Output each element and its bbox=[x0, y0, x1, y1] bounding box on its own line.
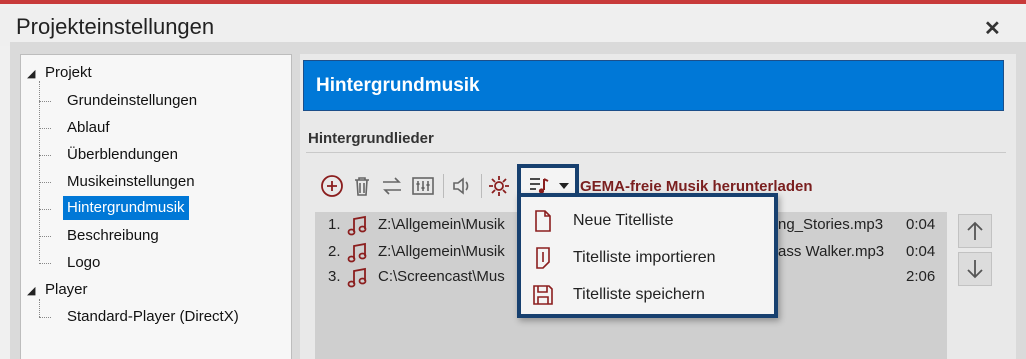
track-path: C:\Screencast\Mus bbox=[378, 268, 505, 285]
add-icon[interactable] bbox=[318, 172, 346, 200]
section-title: Hintergrundlieder bbox=[308, 130, 434, 147]
panel-header-title: Hintergrundmusik bbox=[316, 75, 480, 96]
arrow-up-icon bbox=[967, 221, 983, 240]
music-note-icon bbox=[347, 215, 367, 236]
menu-item-label: Neue Titelliste bbox=[573, 212, 674, 229]
import-icon bbox=[531, 245, 555, 271]
music-note-icon bbox=[347, 242, 367, 263]
menu-item-new-playlist[interactable]: Neue Titelliste bbox=[531, 205, 766, 237]
track-path: Z:\Allgemein\Musik bbox=[378, 216, 505, 233]
tree-item-hintergrundmusik[interactable]: Hintergrundmusik bbox=[63, 196, 189, 220]
volume-icon[interactable] bbox=[448, 172, 476, 200]
track-number: 3. bbox=[328, 268, 341, 285]
menu-item-label: Titelliste importieren bbox=[573, 249, 716, 266]
playlist-menu: Neue Titelliste Titelliste importieren T… bbox=[517, 193, 778, 318]
track-duration: 2:06 bbox=[906, 268, 936, 285]
move-up-button[interactable] bbox=[958, 214, 992, 248]
tree-item-ueberblendungen[interactable]: Überblendungen bbox=[67, 143, 178, 167]
collapse-icon[interactable]: ◢ bbox=[27, 67, 35, 80]
track-filename: ass Walker.mp3 bbox=[778, 243, 885, 260]
arrow-down-icon bbox=[967, 260, 983, 279]
track-duration: 0:04 bbox=[906, 243, 936, 260]
close-icon[interactable]: ✕ bbox=[984, 16, 1001, 41]
menu-item-label: Titelliste speichern bbox=[573, 286, 705, 303]
settings-tree: ◢ Projekt Grundeinstellungen Ablauf Über… bbox=[20, 54, 292, 359]
track-number: 1. bbox=[328, 216, 341, 233]
new-file-icon bbox=[531, 208, 555, 234]
track-row[interactable]: 3. C:\Screencast\Mus bbox=[328, 266, 505, 288]
toolbar-separator bbox=[481, 174, 482, 198]
tree-item-grundeinstellungen[interactable]: Grundeinstellungen bbox=[67, 89, 197, 113]
window-title: Projekteinstellungen bbox=[16, 14, 215, 39]
move-down-button[interactable] bbox=[958, 252, 992, 286]
toolbar-separator bbox=[443, 174, 444, 198]
titlebar: Projekteinstellungen ✕ bbox=[0, 8, 1026, 46]
tree-item-logo[interactable]: Logo bbox=[67, 251, 100, 275]
track-number: 2. bbox=[328, 243, 341, 260]
equalizer-icon[interactable] bbox=[409, 172, 437, 200]
music-note-icon bbox=[347, 267, 367, 288]
tree-item-ablauf[interactable]: Ablauf bbox=[67, 116, 110, 140]
tree-item-player[interactable]: Player bbox=[45, 278, 88, 302]
collapse-icon[interactable]: ◢ bbox=[27, 284, 35, 297]
track-path: Z:\Allgemein\Musik bbox=[378, 243, 505, 260]
tree-item-projekt[interactable]: Projekt bbox=[45, 61, 92, 85]
track-filename: ng_Stories.mp3 bbox=[778, 216, 884, 233]
chevron-down-icon bbox=[559, 183, 569, 189]
section-divider bbox=[306, 152, 1006, 153]
menu-item-save-playlist[interactable]: Titelliste speichern bbox=[531, 279, 766, 311]
track-row[interactable]: 1. Z:\Allgemein\Musik bbox=[328, 214, 505, 236]
track-row[interactable]: 2. Z:\Allgemein\Musik bbox=[328, 241, 505, 263]
menu-item-import-playlist[interactable]: Titelliste importieren bbox=[531, 242, 766, 274]
tree-item-standard-player[interactable]: Standard-Player (DirectX) bbox=[67, 305, 239, 329]
tree-item-beschreibung[interactable]: Beschreibung bbox=[67, 224, 159, 248]
panel-header: Hintergrundmusik bbox=[303, 60, 1004, 111]
tree-item-musikeinstellungen[interactable]: Musikeinstellungen bbox=[67, 170, 195, 194]
track-duration: 0:04 bbox=[906, 216, 936, 233]
save-icon bbox=[531, 282, 555, 308]
settings-icon[interactable] bbox=[485, 172, 513, 200]
swap-icon[interactable] bbox=[378, 172, 406, 200]
delete-icon[interactable] bbox=[348, 172, 376, 200]
